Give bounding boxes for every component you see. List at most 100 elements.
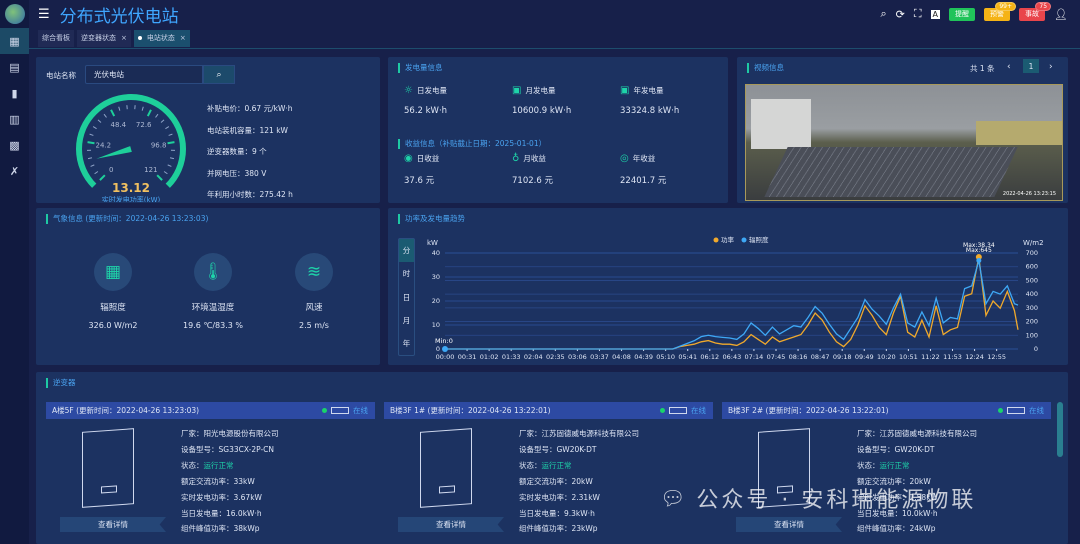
gauge-tick [87, 141, 95, 145]
stat-value: 7102.6 元 [512, 176, 553, 186]
x-tick: 01:02 [480, 353, 499, 361]
panel-icon: ▩ [9, 138, 20, 152]
refresh-icon[interactable]: ⟳ [896, 8, 905, 21]
prev-page-button[interactable]: ‹ [1007, 62, 1011, 72]
inverter-name: B楼3F 2# (更新时间：2022-04-26 13:22:01) [728, 406, 889, 415]
status: 状态：运行正常 [857, 458, 977, 474]
gauge-tick-label: 121 [144, 166, 157, 174]
user-icon[interactable]: 👤︎ [1054, 8, 1068, 21]
station-panel: 电站名称 光伏电站 ⌕ 0 24.2 48.4 72.6 96.8 121 13.12 实时发… [36, 57, 380, 203]
font-size-icon[interactable]: A [930, 9, 941, 19]
camera-feed[interactable]: 2022-04-26 13:23:15 [745, 84, 1063, 201]
y-tick-right: 400 [1026, 290, 1038, 298]
x-tick: 10:20 [877, 353, 896, 361]
accident-button[interactable]: 事故 75 [1019, 1, 1052, 21]
view-details-button[interactable]: 查看详情 [60, 517, 166, 532]
scrollbar[interactable] [1057, 402, 1063, 457]
y-tick-left: 10 [432, 321, 440, 329]
y-tick-right: 700 [1026, 249, 1038, 257]
tab-label: 电站状态 [146, 34, 175, 42]
legend-irradiance-marker [741, 237, 747, 243]
gauge-tick [92, 126, 97, 130]
stat-value: 22401.7 元 [620, 176, 667, 186]
warning-button[interactable]: 预警 99+ [984, 1, 1017, 21]
watermark: 💬︎ 公众号 · 安科瑞能源物联 [660, 482, 976, 514]
close-icon[interactable]: × [180, 34, 186, 42]
tab-inverter-status[interactable]: 逆变器状态 × [77, 29, 131, 47]
warning-count: 99+ [995, 1, 1017, 11]
period-selector: 分 时 日 月 年 [398, 238, 415, 356]
yearly-income: ◎ 年收益 22401.7 元 [620, 153, 666, 186]
status: 状态：运行正常 [181, 458, 279, 474]
online-label: 在线 [1029, 406, 1044, 415]
status-dot [660, 408, 665, 413]
sun-icon: ☼ [404, 85, 413, 96]
next-page-button[interactable]: › [1049, 62, 1053, 72]
x-tick: 08:47 [811, 353, 830, 361]
y-tick-right: 0 [1034, 345, 1038, 353]
inverter-card: A楼5F (更新时间：2022-04-26 13:23:03) 在线 查看详情 厂… [46, 402, 375, 544]
status-label: 状态： [857, 460, 880, 470]
daily-energy: 当日发电量：16.0kW·h [181, 508, 262, 518]
sidebar-item-camera[interactable]: ▮ [0, 80, 29, 106]
sidebar-item-documents[interactable]: ▤ [0, 54, 29, 80]
min-label: Min:0 [435, 337, 453, 345]
x-tick: 03:37 [590, 353, 609, 361]
weather-panel: 气象信息 (更新时间：2022-04-26 13:23:03) ▦ 辐照度 326.… [36, 208, 380, 365]
app-logo [4, 4, 25, 24]
period-minute[interactable]: 分 [399, 239, 414, 263]
close-icon[interactable]: × [121, 34, 127, 42]
weather-label: 辐照度 [100, 303, 126, 313]
online-label: 在线 [353, 406, 368, 415]
fullscreen-icon[interactable]: ⛶ [914, 7, 922, 21]
manufacturer: 厂家：江苏固德威电源科技有限公司 [519, 429, 639, 438]
tab-station-status[interactable]: 电站状态 × [133, 29, 190, 47]
x-tick: 01:33 [502, 353, 521, 361]
sidebar-item-panel[interactable]: ▩ [0, 132, 29, 158]
solar-panels-image [764, 147, 1018, 197]
peak-power: 组件峰值功率：38kWp [181, 524, 260, 534]
yearly-generation: ▣ 年发电量 33324.8 kW·h [620, 85, 679, 116]
x-tick: 07:45 [767, 353, 786, 361]
sidebar-item-dashboard[interactable]: ▦ [0, 28, 29, 54]
info-subsidy: 补贴电价：0.67 元/kW·h [207, 104, 293, 113]
menu-icon[interactable]: ☰ [38, 7, 50, 22]
table-icon: ▥ [9, 112, 20, 126]
realtime-power: 实时发电功率：3.67kW [181, 492, 262, 502]
tab-label: 综合看板 [42, 34, 70, 42]
gauge-tick [156, 174, 163, 181]
weather-value: 19.6 ℃/83.3 % [183, 321, 243, 330]
inverter-card: B楼3F 1# (更新时间：2022-04-26 13:22:01) 在线 查看详… [384, 402, 713, 544]
sidebar-item-tools[interactable]: ✗ [0, 158, 29, 184]
period-year[interactable]: 年 [399, 332, 414, 355]
search-button[interactable]: ⌕ [203, 65, 235, 84]
stat-label: 年发电量 [633, 86, 664, 95]
sidebar-item-table[interactable]: ▥ [0, 106, 29, 132]
period-month[interactable]: 月 [399, 309, 414, 332]
tools-icon: ✗ [9, 164, 20, 178]
power-gauge: 0 24.2 48.4 72.6 96.8 121 13.12实时发电功率(kW) [76, 94, 186, 202]
view-details-button[interactable]: 查看详情 [398, 517, 504, 532]
reminder-button[interactable]: 提醒 [949, 7, 976, 21]
manufacturer: 厂家：江苏固德威电源科技有限公司 [857, 429, 977, 438]
period-day[interactable]: 日 [399, 285, 414, 308]
view-details-button[interactable]: 查看详情 [736, 517, 842, 532]
gauge-tick [160, 119, 165, 123]
page-title: 分布式光伏电站 [59, 6, 179, 27]
search-icon[interactable]: ⌕ [880, 7, 886, 21]
trend-panel: 功率及发电量趋势 分 时 日 月 年 0 10 20 30 40 0 100 200 300 40… [388, 208, 1068, 365]
period-hour[interactable]: 时 [399, 262, 414, 285]
wechat-icon: 💬︎ [660, 486, 689, 510]
x-tick: 09:49 [855, 353, 874, 361]
trend-chart: 010203040010020030040050060070000:00 00:3… [427, 235, 1044, 361]
manufacturer: 厂家：阳光电源股份有限公司 [181, 429, 279, 438]
calendar-icon: ▣ [512, 85, 522, 96]
tab-overview[interactable]: 综合看板 [38, 29, 74, 47]
page-1-button[interactable]: 1 [1023, 59, 1039, 73]
status-dot [322, 408, 327, 413]
x-tick: 05:10 [656, 353, 675, 361]
stat-label: 日收益 [416, 154, 440, 163]
camera-timestamp: 2022-04-26 13:23:15 [1002, 191, 1056, 197]
station-name-input[interactable]: 光伏电站 [85, 65, 203, 84]
y-tick-left: 30 [432, 273, 440, 281]
